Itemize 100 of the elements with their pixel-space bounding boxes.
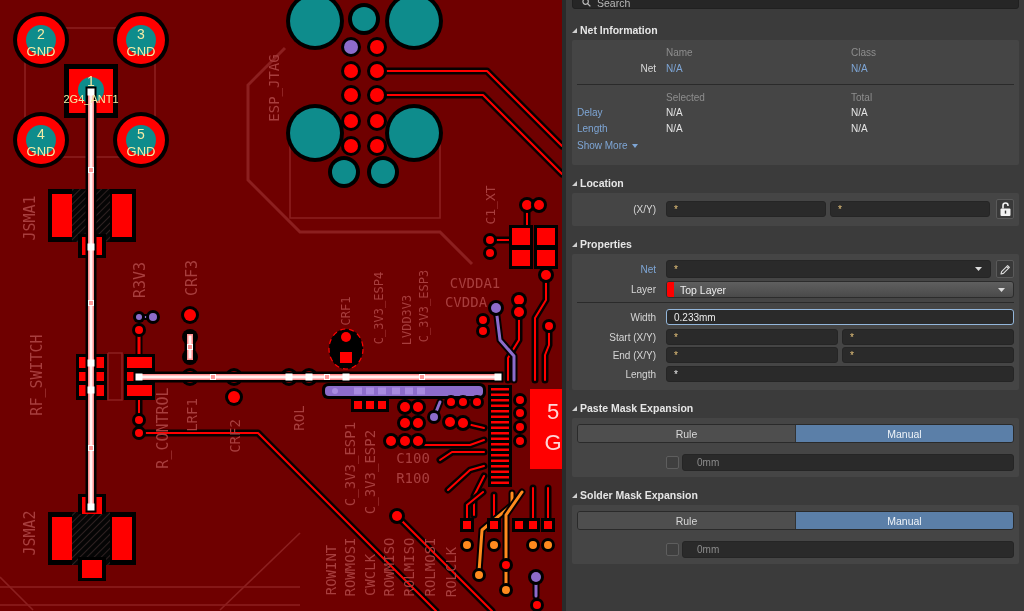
field-label: Width <box>630 311 656 323</box>
pad <box>511 304 527 320</box>
field-label: Layer <box>631 284 656 295</box>
net-value-link[interactable]: N/A <box>851 62 868 74</box>
pad <box>367 136 387 156</box>
section-header[interactable]: Properties <box>580 238 632 250</box>
pad <box>476 324 490 338</box>
field-label[interactable]: Net <box>640 263 656 275</box>
via <box>526 538 540 552</box>
pad <box>455 415 471 431</box>
edit-button[interactable] <box>996 260 1014 278</box>
input-field[interactable]: 0mm <box>682 541 1014 558</box>
mounting-pad <box>113 112 169 168</box>
via <box>133 311 145 323</box>
pad <box>132 426 146 440</box>
field-label: (X/Y) <box>633 203 656 215</box>
vertex-handle <box>210 374 216 380</box>
input-field[interactable]: * <box>666 329 838 345</box>
vertex-handle <box>135 373 143 381</box>
field-label: Start (X/Y) <box>609 331 656 343</box>
silkscreen-label: LVDD3V3 <box>400 294 414 346</box>
pad <box>513 434 527 448</box>
silkscreen-label: CVDDA1 <box>449 275 501 291</box>
silkscreen-label: R100 <box>396 470 430 486</box>
caret-icon <box>631 143 638 148</box>
pad <box>341 136 361 156</box>
pad <box>456 395 470 409</box>
stat-value: N/A <box>666 106 683 118</box>
silkscreen-label: ESP_JTAG <box>266 54 282 122</box>
row-label-link[interactable]: Length <box>577 122 608 134</box>
pad-number-label: 4 <box>37 126 45 142</box>
pad <box>444 395 458 409</box>
input-field[interactable]: * <box>830 201 990 217</box>
pad <box>181 306 199 324</box>
row-label: Net <box>640 62 656 74</box>
via <box>528 569 544 585</box>
pad <box>375 398 389 412</box>
through-hole-pad <box>286 0 344 50</box>
section-header[interactable]: Location <box>580 177 624 189</box>
vertex-handle <box>87 503 95 511</box>
input-field[interactable]: * <box>842 329 1014 345</box>
via <box>341 37 361 57</box>
pad <box>470 395 484 409</box>
input-field[interactable]: * <box>842 347 1014 363</box>
vertex-handle <box>87 88 95 96</box>
section-header[interactable]: Net Information <box>580 24 658 36</box>
toggle-option[interactable]: Manual <box>795 425 1013 442</box>
section-header[interactable]: Paste Mask Expansion <box>580 402 694 414</box>
triangle-icon[interactable] <box>572 27 577 33</box>
field-label: Length <box>625 368 656 380</box>
checkbox[interactable] <box>666 456 679 469</box>
silkscreen-label: ROLCLK <box>443 546 459 598</box>
stat-value: N/A <box>851 122 868 134</box>
pad <box>389 508 405 524</box>
vertex-handle <box>342 373 350 381</box>
show-more-link[interactable]: Show More <box>577 137 638 154</box>
vertex-handle <box>88 300 94 306</box>
vertex-handle <box>324 374 330 380</box>
row-label-link[interactable]: Delay <box>577 106 603 118</box>
triangle-icon[interactable] <box>572 180 577 186</box>
toggle-option[interactable]: Rule <box>578 512 795 529</box>
triangle-icon[interactable] <box>572 405 577 411</box>
column-header: Total <box>851 91 873 103</box>
toggle-option[interactable]: Manual <box>795 512 1013 529</box>
column-header: Name <box>666 46 693 58</box>
pad <box>534 225 558 248</box>
net-dropdown[interactable]: * <box>666 260 991 278</box>
via <box>146 310 160 324</box>
input-field[interactable]: * <box>666 366 1014 382</box>
silkscreen-label: ROLMISO <box>401 537 417 597</box>
pad-number-label: 2 <box>37 26 45 42</box>
pad <box>531 197 547 213</box>
silkscreen-label: ROWMOSI <box>342 537 358 597</box>
section-header[interactable]: Solder Mask Expansion <box>580 489 698 501</box>
input-field[interactable]: 0mm <box>682 454 1014 471</box>
mounting-pad <box>113 12 169 68</box>
silkscreen-label: JSMA1 <box>21 195 39 241</box>
pad <box>460 518 474 532</box>
silkscreen-label: R3V3 <box>131 261 149 299</box>
checkbox[interactable] <box>666 543 679 556</box>
triangle-icon[interactable] <box>572 492 577 498</box>
silkscreen-label: CWCLK <box>362 553 378 597</box>
toggle-option[interactable]: Rule <box>578 425 795 442</box>
pad <box>132 323 146 337</box>
pad <box>512 518 526 532</box>
pad <box>483 233 497 247</box>
silkscreen-label: C_3V3_ESP4 <box>372 271 386 345</box>
net-value-link[interactable]: N/A <box>666 62 683 74</box>
vertex-handle <box>419 374 425 380</box>
input-field[interactable]: * <box>666 347 838 363</box>
triangle-icon[interactable] <box>572 241 577 247</box>
layer-dropdown[interactable]: Top Layer <box>666 281 1014 298</box>
vertex-handle <box>88 167 94 173</box>
input-field[interactable]: 0.233mm <box>666 309 1014 325</box>
pad <box>367 37 387 57</box>
input-field[interactable]: * <box>666 201 826 217</box>
vertex-handle <box>88 445 94 451</box>
caret-icon <box>975 267 982 271</box>
pad <box>513 406 527 420</box>
silkscreen-label: C_3V3_ESP1 <box>342 421 358 507</box>
